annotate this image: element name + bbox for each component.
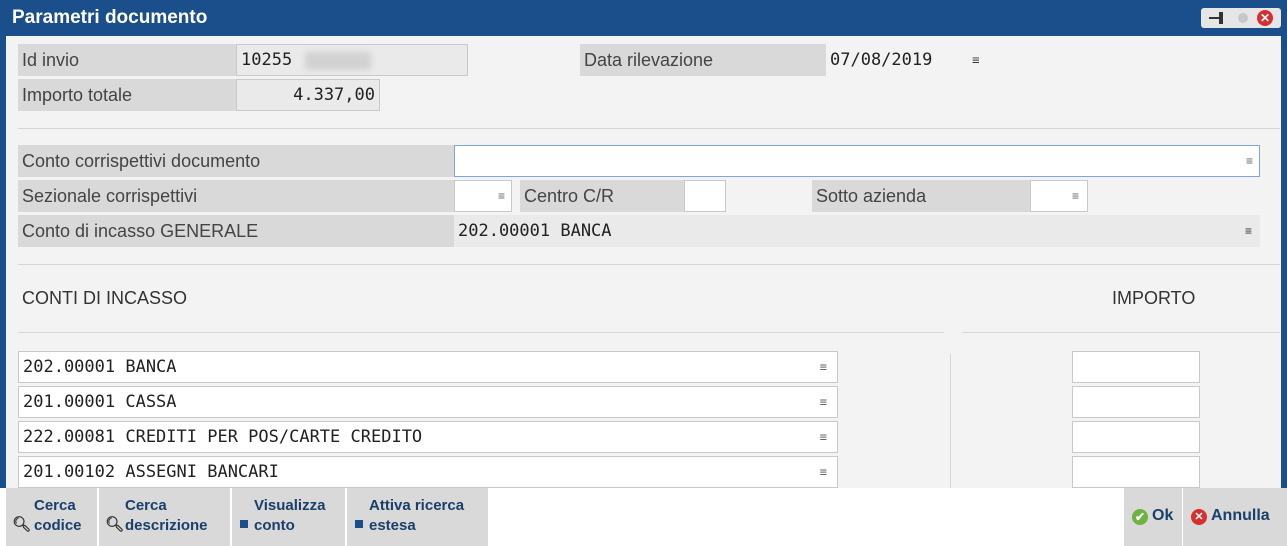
redacted-area <box>305 52 371 70</box>
id-invio-value: 10255 <box>241 50 293 70</box>
sezionale-input[interactable]: ≡ <box>454 180 512 212</box>
conto-incasso-generale-label: Conto di incasso GENERALE <box>18 215 454 247</box>
conto-incasso-generale-field[interactable]: 202.00001 BANCA ≡ <box>454 215 1260 247</box>
id-invio-label: Id invio <box>18 44 236 76</box>
data-rilevazione-field[interactable]: 07/08/2019 ≡ <box>826 44 1002 76</box>
label-line: estesa <box>369 517 416 534</box>
window-titlebar: Parametri documento ✕ <box>0 0 1287 36</box>
cerca-descrizione-label: Cerca descrizione <box>125 496 235 536</box>
menu-icon[interactable]: ≡ <box>820 387 827 417</box>
menu-icon[interactable]: ≡ <box>972 53 980 68</box>
separator <box>18 128 1280 129</box>
close-icon[interactable]: ✕ <box>1257 10 1273 26</box>
importo-input[interactable] <box>1072 351 1200 383</box>
conto-corrispettivi-input[interactable]: ≡ <box>454 145 1260 177</box>
window-controls: ✕ <box>1201 8 1281 28</box>
sezionale-label: Sezionale corrispettivi <box>18 180 454 212</box>
search-icon: 🔍︎ <box>12 516 32 533</box>
annulla-label: Annulla <box>1211 507 1270 524</box>
table-row[interactable]: 201.00102 ASSEGNI BANCARI ≡ <box>18 456 838 488</box>
search-icon: 🔍︎ <box>105 516 125 533</box>
footer-toolbar: 🔍︎ Cerca codice 🔍︎ Cerca descrizione Vis… <box>0 488 1287 546</box>
centro-input[interactable] <box>684 180 726 212</box>
menu-icon[interactable]: ≡ <box>820 422 827 452</box>
menu-icon[interactable]: ≡ <box>498 189 505 203</box>
table-row[interactable]: 222.00081 CREDITI PER POS/CARTE CREDITO … <box>18 421 838 453</box>
attiva-ricerca-label: Attiva ricerca estesa <box>369 496 479 536</box>
menu-icon[interactable]: ≡ <box>1072 189 1079 203</box>
conto-code: 202.00001 BANCA <box>23 357 177 377</box>
window-title: Parametri documento <box>12 7 208 28</box>
conto-code: 222.00081 CREDITI PER POS/CARTE CREDITO <box>23 427 423 447</box>
label-line: codice <box>34 517 82 534</box>
label-line: Attiva ricerca <box>369 497 465 514</box>
sotto-azienda-label: Sotto azienda <box>812 180 1030 212</box>
main-panel: Id invio 10255 Data rilevazione 07/08/20… <box>0 36 1287 522</box>
label-line: Cerca <box>34 497 76 514</box>
close-icon: ✕ <box>1191 509 1207 525</box>
menu-icon[interactable]: ≡ <box>1246 154 1253 168</box>
cerca-codice-button[interactable]: 🔍︎ Cerca codice <box>6 488 98 546</box>
table-row[interactable]: 201.00001 CASSA ≡ <box>18 386 838 418</box>
pin-icon[interactable] <box>1209 10 1225 26</box>
label-line: conto <box>254 517 295 534</box>
separator <box>962 332 1280 333</box>
separator <box>18 332 944 333</box>
menu-icon[interactable]: ≡ <box>1245 224 1252 238</box>
column-header-importo: IMPORTO <box>1112 288 1196 308</box>
check-icon: ✔ <box>1132 509 1148 525</box>
table-row[interactable]: 202.00001 BANCA ≡ <box>18 351 838 383</box>
conto-code: 201.00001 CASSA <box>23 392 177 412</box>
importo-totale-field: 4.337,00 <box>236 79 380 111</box>
conto-corrispettivi-value <box>455 145 459 177</box>
attiva-ricerca-button[interactable]: Attiva ricerca estesa <box>347 488 489 546</box>
importo-totale-label: Importo totale <box>18 79 236 111</box>
minimize-icon[interactable] <box>1235 10 1251 26</box>
centro-label: Centro C/R <box>520 180 684 212</box>
data-rilevazione-label: Data rilevazione <box>580 44 826 76</box>
label-line: Cerca <box>125 497 167 514</box>
visualizza-conto-button[interactable]: Visualizza conto <box>232 488 346 546</box>
importo-input[interactable] <box>1072 421 1200 453</box>
conto-corrispettivi-label: Conto corrispettivi documento <box>18 145 454 177</box>
annulla-button[interactable]: ✕ Annulla <box>1183 488 1287 546</box>
ok-button[interactable]: ✔ Ok <box>1124 488 1182 546</box>
importo-input[interactable] <box>1072 386 1200 418</box>
conto-code: 201.00102 ASSEGNI BANCARI <box>23 462 279 482</box>
menu-icon[interactable]: ≡ <box>820 457 827 487</box>
ok-label: Ok <box>1152 507 1174 524</box>
importo-totale-value: 4.337,00 <box>293 85 375 105</box>
label-line: Visualizza <box>254 497 326 514</box>
menu-icon[interactable]: ≡ <box>820 352 827 382</box>
conto-incasso-generale-value: 202.00001 BANCA <box>458 221 612 241</box>
separator <box>18 264 1280 265</box>
cerca-descrizione-button[interactable]: 🔍︎ Cerca descrizione <box>99 488 231 546</box>
square-icon <box>240 520 248 528</box>
data-rilevazione-value: 07/08/2019 <box>830 50 933 70</box>
id-invio-field: 10255 <box>236 44 468 76</box>
square-icon <box>355 520 363 528</box>
label-line: descrizione <box>125 517 208 534</box>
column-header-conti: CONTI DI INCASSO <box>22 288 188 308</box>
importo-input[interactable] <box>1072 456 1200 488</box>
sotto-azienda-input[interactable]: ≡ <box>1030 180 1088 212</box>
